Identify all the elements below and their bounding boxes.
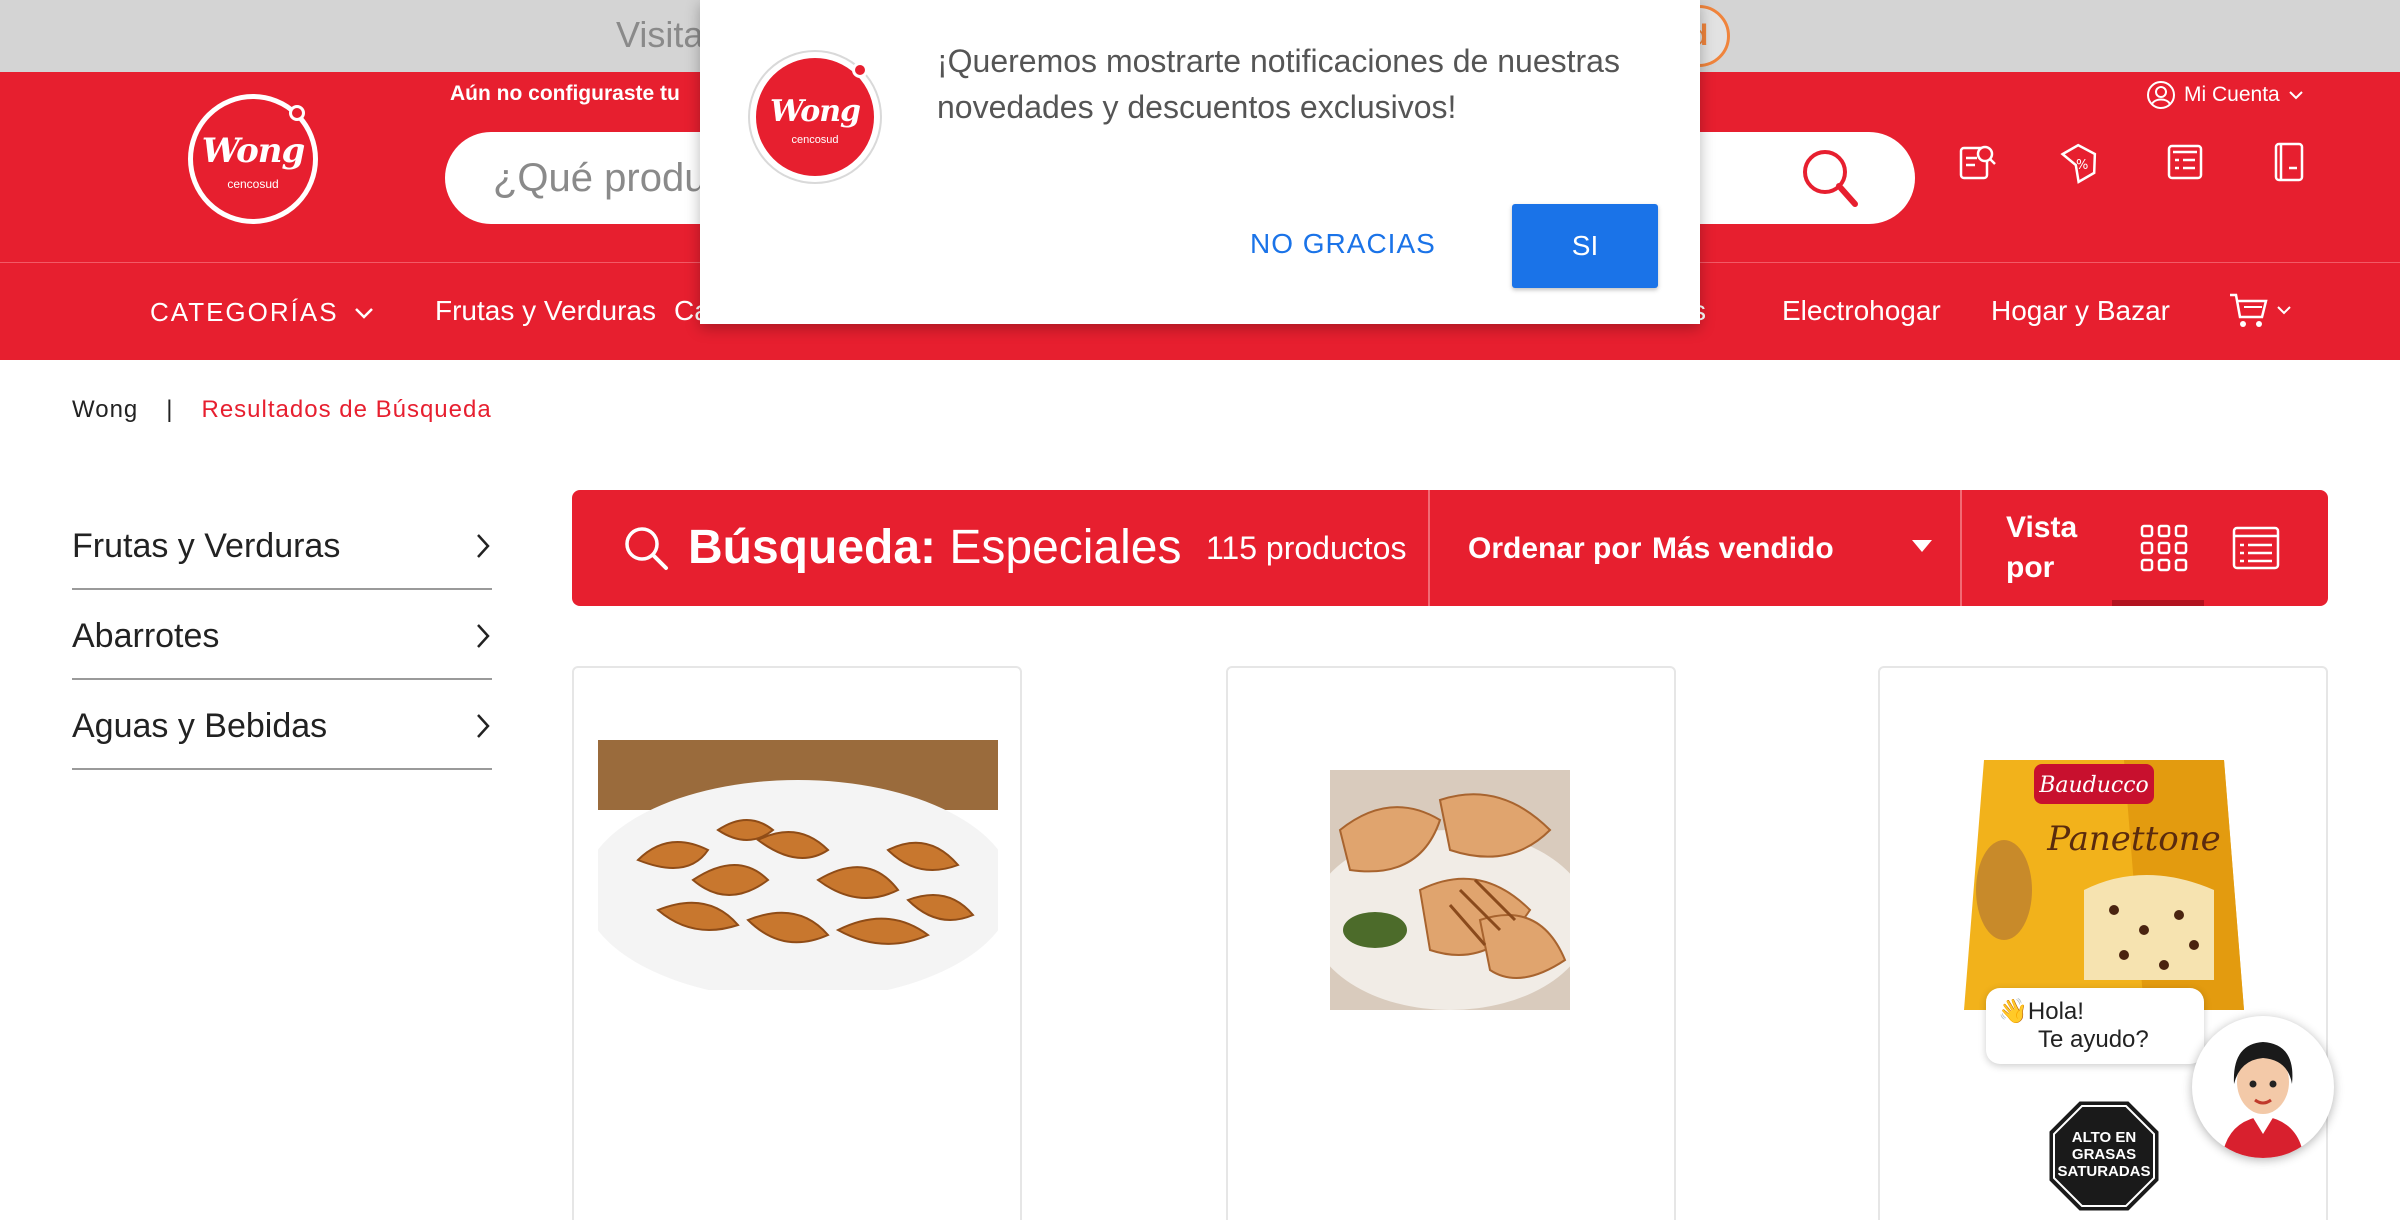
location-prompt[interactable]: Aún no configuraste tu: [450, 82, 680, 106]
logo-subtitle: cencosud: [227, 177, 279, 191]
sidebar-item-label: Abarrotes: [72, 616, 220, 655]
chat-offer: Te ayudo?: [2038, 1026, 2149, 1053]
breadcrumb-home[interactable]: Wong: [72, 396, 138, 424]
chat-avatar-button[interactable]: [2192, 1016, 2334, 1158]
cart-button[interactable]: [2228, 291, 2292, 329]
accept-button[interactable]: SI: [1512, 204, 1658, 288]
warning-octagon-icon: ALTO EN GRASAS SATURADAS: [2046, 1098, 2162, 1214]
account-menu[interactable]: Mi Cuenta: [2146, 80, 2304, 110]
account-label: Mi Cuenta: [2184, 83, 2280, 106]
chat-greeting: 👋Hola!: [1998, 998, 2084, 1025]
chat-bubble[interactable]: 👋Hola! Te ayudo?: [1986, 988, 2204, 1064]
sidebar-item-aguas-bebidas[interactable]: Aguas y Bebidas: [72, 680, 492, 770]
category-sidebar: Frutas y Verduras Abarrotes Aguas y Bebi…: [72, 500, 492, 770]
order-search-icon[interactable]: [1955, 140, 1999, 184]
warning-line-2: GRASAS: [2072, 1146, 2136, 1163]
product-card[interactable]: [1226, 666, 1676, 1220]
discount-tag-icon[interactable]: %: [2059, 140, 2103, 184]
view-label-line2: por: [2006, 551, 2055, 584]
dialog-message: ¡Queremos mostrarte notificaciones de nu…: [937, 43, 1620, 125]
list-view-icon[interactable]: [2232, 526, 2280, 570]
cart-icon: [2230, 293, 2268, 327]
sidebar-item-abarrotes[interactable]: Abarrotes: [72, 590, 492, 680]
results-title: Búsqueda: Especiales: [688, 520, 1181, 575]
notebook-icon[interactable]: [2267, 140, 2311, 184]
decline-button[interactable]: NO GRACIAS: [1220, 200, 1466, 288]
warning-line-1: ALTO EN: [2072, 1129, 2136, 1146]
logo-dot: [852, 62, 868, 78]
panettone-brand: Bauducco: [2038, 773, 2149, 798]
assistant-avatar-icon: [2201, 1025, 2325, 1158]
logo-dot: [289, 105, 305, 121]
view-label: Vista por: [2006, 508, 2077, 588]
results-query: Especiales: [949, 521, 1182, 574]
sort-select[interactable]: Más vendido: [1652, 532, 1834, 566]
product-image-potato-wedges[interactable]: [598, 740, 998, 990]
search-icon: [625, 527, 668, 570]
results-toolbar: Búsqueda: Especiales 115 productos Orden…: [572, 490, 2328, 606]
list-icon[interactable]: [2163, 140, 2207, 184]
logo-wordmark: Wong: [769, 94, 861, 129]
chevron-down-icon: [2289, 91, 2303, 100]
chevron-down-icon: [354, 307, 373, 319]
chevron-right-icon: [477, 534, 490, 558]
chevron-down-icon: [2277, 306, 2291, 315]
sidebar-item-frutas-verduras[interactable]: Frutas y Verduras: [72, 500, 492, 590]
product-card[interactable]: [572, 666, 1022, 1220]
categories-menu[interactable]: CATEGORÍAS: [150, 297, 375, 328]
caret-down-icon[interactable]: [1912, 540, 1932, 552]
divider: [1428, 490, 1430, 606]
chevron-right-icon: [477, 624, 490, 648]
results-search-label: Búsqueda:: [688, 521, 937, 574]
product-image-grilled-chicken[interactable]: [1330, 770, 1570, 1010]
warning-line-3: SATURADAS: [2057, 1163, 2150, 1180]
product-image-panettone[interactable]: Bauducco Panettone: [1944, 740, 2264, 1030]
results-count: 115 productos: [1206, 530, 1407, 566]
sidebar-item-label: Frutas y Verduras: [72, 526, 341, 565]
nav-item-electrohogar[interactable]: Electrohogar: [1782, 295, 1941, 327]
divider: [1960, 490, 1962, 606]
wong-logo[interactable]: Wong cencosud: [188, 94, 318, 224]
nav-item-hogar-bazar[interactable]: Hogar y Bazar: [1991, 295, 2170, 327]
panettone-title: Panettone: [2046, 819, 2220, 859]
grid-view-icon[interactable]: [2140, 524, 2188, 572]
breadcrumb: Wong | Resultados de Búsqueda: [72, 396, 492, 424]
search-icon[interactable]: [1795, 142, 1867, 214]
notification-permission-dialog: Wong cencosud ¡Queremos mostrarte notifi…: [700, 0, 1700, 324]
breadcrumb-current: Resultados de Búsqueda: [201, 396, 492, 423]
sidebar-item-label: Aguas y Bebidas: [72, 706, 328, 745]
categories-label: CATEGORÍAS: [150, 297, 339, 327]
promo-text: Visita: [616, 14, 704, 55]
view-label-line1: Vista: [2006, 511, 2078, 544]
svg-text:%: %: [2076, 158, 2088, 173]
breadcrumb-separator: |: [166, 396, 174, 423]
header-icons: %: [1955, 140, 2311, 184]
wong-logo: Wong cencosud: [750, 52, 880, 182]
active-view-indicator: [2112, 600, 2204, 606]
chevron-right-icon: [477, 714, 490, 738]
sort-label: Ordenar por: [1468, 532, 1642, 565]
nav-item-frutas-verduras[interactable]: Frutas y Verduras: [435, 295, 656, 327]
logo-subtitle: cencosud: [791, 134, 839, 146]
user-icon: [2147, 81, 2175, 109]
logo-wordmark: Wong: [201, 131, 306, 171]
